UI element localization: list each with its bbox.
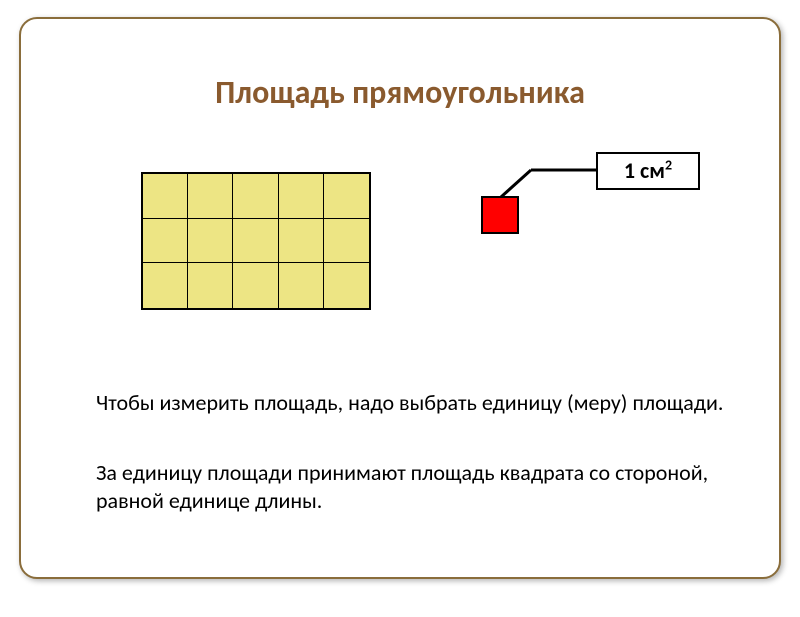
paragraph-1: Чтобы измерить площадь, надо выбрать еди… xyxy=(96,389,726,417)
unit-area-label: 1 см2 xyxy=(596,152,700,190)
slide-title: Площадь прямоугольника xyxy=(21,73,779,112)
example-rectangle-grid xyxy=(141,172,371,310)
slide-card: Площадь прямоугольника 1 см2 Чтобы измер… xyxy=(19,17,781,579)
unit-label-value: 1 см xyxy=(624,157,665,184)
unit-label-exponent: 2 xyxy=(665,157,672,174)
unit-square-red xyxy=(481,196,519,234)
paragraph-2: За единицу площади принимают площадь ква… xyxy=(96,459,726,514)
